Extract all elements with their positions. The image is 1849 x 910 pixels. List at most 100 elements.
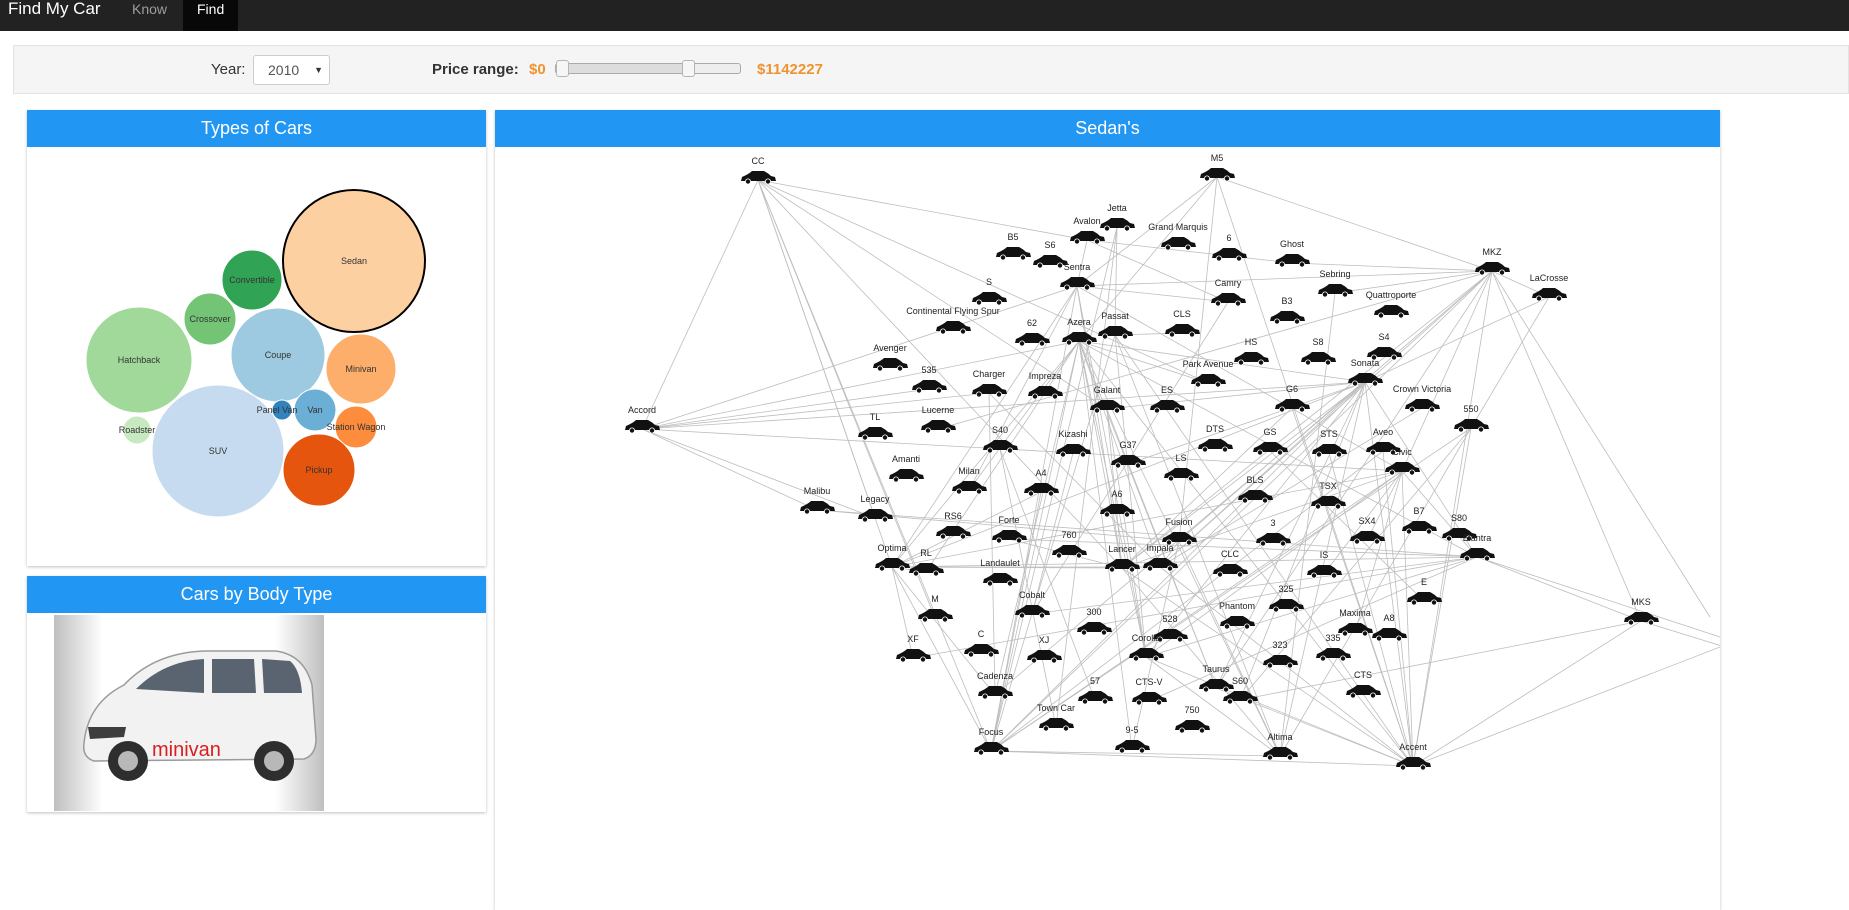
car-node-grand-marquis[interactable]: Grand Marquis: [1148, 222, 1208, 251]
car-node-milan[interactable]: Milan: [952, 466, 987, 495]
car-node-forte[interactable]: Forte: [992, 515, 1027, 544]
car-node-legacy[interactable]: Legacy: [858, 494, 893, 523]
car-node-label: Town Car: [1037, 703, 1075, 713]
car-node-label: C: [978, 629, 985, 639]
car-node-label: M5: [1211, 153, 1224, 163]
year-select[interactable]: 2010 ▼: [253, 55, 330, 85]
car-node-landaulet[interactable]: Landaulet: [980, 558, 1020, 587]
car-node-label: 62: [1027, 318, 1037, 328]
car-node-gs[interactable]: GS: [1253, 427, 1288, 456]
car-node-s8[interactable]: S8: [1301, 337, 1336, 366]
car-node-altima[interactable]: Altima: [1263, 732, 1298, 761]
car-icon: [1198, 439, 1233, 453]
car-node-cobalt[interactable]: Cobalt: [1015, 590, 1050, 619]
car-node-label: Sebring: [1319, 269, 1350, 279]
car-node-ghost[interactable]: Ghost: [1275, 239, 1310, 268]
car-node-xf[interactable]: XF: [896, 634, 931, 663]
car-node-b5[interactable]: B5: [996, 232, 1031, 261]
slider-max-handle[interactable]: [681, 60, 695, 77]
car-node-550[interactable]: 550: [1454, 404, 1489, 433]
car-node-label: 528: [1162, 614, 1177, 624]
car-node-ls[interactable]: LS: [1164, 453, 1199, 482]
tab-find[interactable]: Find: [183, 0, 238, 31]
car-node-3[interactable]: 3: [1256, 518, 1291, 547]
car-node-cls[interactable]: CLS: [1165, 309, 1200, 338]
car-node-cts[interactable]: CTS: [1346, 670, 1381, 699]
car-node-m[interactable]: M: [918, 594, 953, 623]
car-node-kizashi[interactable]: Kizashi: [1056, 429, 1091, 458]
car-node-maxima[interactable]: Maxima: [1338, 608, 1373, 637]
car-node-s4[interactable]: S4: [1367, 332, 1402, 361]
car-node-corolla[interactable]: Corolla: [1129, 633, 1164, 662]
car-node-m5[interactable]: M5: [1200, 153, 1235, 182]
car-node-a8[interactable]: A8: [1372, 613, 1407, 642]
car-node-62[interactable]: 62: [1015, 318, 1050, 347]
car-node-label: 3: [1270, 518, 1275, 528]
car-node-camry[interactable]: Camry: [1211, 278, 1246, 307]
car-node-tl[interactable]: TL: [858, 412, 893, 441]
car-node-malibu[interactable]: Malibu: [800, 486, 835, 515]
car-node-impala[interactable]: Impala: [1143, 543, 1178, 572]
car-node-xj[interactable]: XJ: [1027, 635, 1062, 664]
car-node-335[interactable]: 335: [1316, 633, 1351, 662]
car-icon: [1100, 504, 1135, 518]
car-node-label: 335: [1325, 633, 1340, 643]
car-icon: [1234, 352, 1269, 366]
year-value: 2010: [268, 62, 300, 78]
car-node-elantra[interactable]: Elantra: [1460, 533, 1495, 562]
sedan-network-graph[interactable]: CC M5 Jetta Avalon B5 S6 Sentra Grand Marquis 6 G…: [495, 147, 1720, 910]
car-node-s[interactable]: S: [972, 277, 1007, 306]
car-node-b7[interactable]: B7: [1402, 506, 1437, 535]
car-node-750[interactable]: 750: [1175, 705, 1210, 734]
car-node-cts-v[interactable]: CTS-V: [1132, 677, 1167, 706]
year-label: Year:: [211, 61, 246, 78]
car-node-clc[interactable]: CLC: [1213, 549, 1248, 578]
car-icon: [1105, 559, 1140, 573]
price-range-slider[interactable]: [555, 60, 741, 77]
car-node-6[interactable]: 6: [1212, 233, 1247, 262]
graph-edge: [641, 179, 759, 430]
car-node-park-avenue[interactable]: Park Avenue: [1183, 359, 1234, 388]
car-node-label: Impala: [1146, 543, 1173, 553]
car-node-town-car[interactable]: Town Car: [1037, 703, 1075, 732]
car-node-avalon[interactable]: Avalon: [1070, 216, 1105, 245]
car-node-bls[interactable]: BLS: [1238, 475, 1273, 504]
car-node-is[interactable]: IS: [1307, 550, 1342, 579]
car-node-impreza[interactable]: Impreza: [1028, 371, 1063, 400]
car-node-taurus[interactable]: Taurus: [1199, 664, 1234, 693]
car-node-label: Optima: [877, 543, 906, 553]
car-node-optima[interactable]: Optima: [875, 543, 910, 572]
car-node-tsx[interactable]: TSX: [1311, 481, 1346, 510]
car-node-e[interactable]: E: [1407, 577, 1442, 606]
graph-edge: [1491, 270, 1711, 618]
car-node-quattroporte[interactable]: Quattroporte: [1366, 290, 1417, 319]
tab-know[interactable]: Know: [118, 0, 182, 31]
car-node-charger[interactable]: Charger: [972, 369, 1007, 398]
car-node-sebring[interactable]: Sebring: [1318, 269, 1353, 298]
car-node-label: IS: [1320, 550, 1329, 560]
car-node-avenger[interactable]: Avenger: [873, 343, 908, 372]
car-node-accord[interactable]: Accord: [625, 405, 660, 434]
bubble-label-station-wagon: Station Wagon: [327, 422, 386, 432]
brand-title[interactable]: Find My Car: [8, 0, 101, 18]
car-node-535[interactable]: 535: [912, 365, 947, 394]
car-node-label: B7: [1413, 506, 1424, 516]
car-node-label: STS: [1320, 429, 1338, 439]
car-node-label: Fusion: [1165, 517, 1192, 527]
filter-bar: Year: 2010 ▼ Price range: $0 $1142227: [13, 45, 1849, 94]
car-node-accent[interactable]: Accent: [1396, 742, 1431, 771]
car-node-b3[interactable]: B3: [1270, 296, 1305, 325]
car-node-hs[interactable]: HS: [1234, 337, 1269, 366]
car-node-label: Azera: [1067, 317, 1091, 327]
car-node-mkz[interactable]: MKZ: [1475, 247, 1510, 276]
car-node-sx4[interactable]: SX4: [1350, 516, 1385, 545]
car-node-9-5[interactable]: 9-5: [1115, 725, 1150, 754]
car-node-jetta[interactable]: Jetta: [1100, 203, 1135, 232]
car-node-amanti[interactable]: Amanti: [889, 454, 924, 483]
car-node-cc[interactable]: CC: [741, 156, 776, 185]
car-node-323[interactable]: 323: [1263, 640, 1298, 669]
slider-min-handle[interactable]: [556, 60, 569, 77]
car-node-lucerne[interactable]: Lucerne: [921, 405, 956, 434]
car-node-rs6[interactable]: RS6: [936, 511, 971, 540]
car-node-lacrosse[interactable]: LaCrosse: [1530, 273, 1569, 302]
